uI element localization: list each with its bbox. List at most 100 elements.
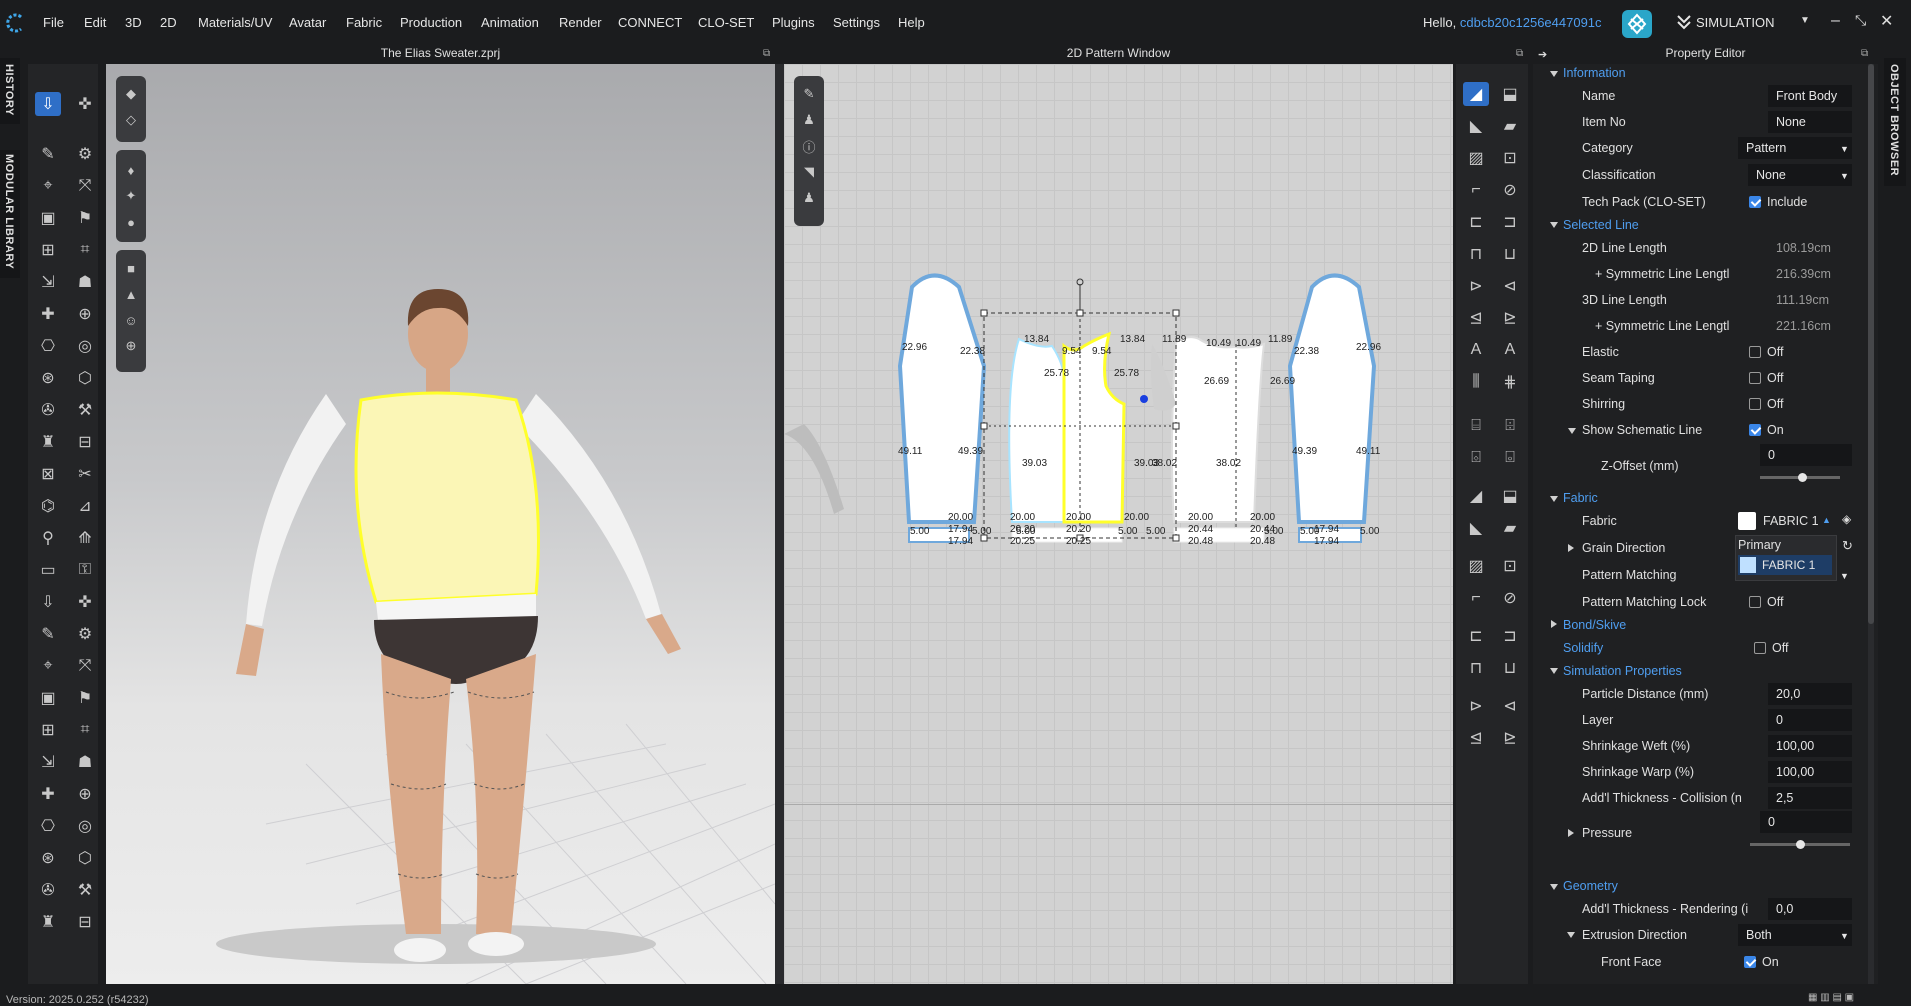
tool-2d-32-icon[interactable]: ⊏ [1463, 624, 1489, 648]
geometry-collapse-icon[interactable] [1550, 884, 1558, 890]
tool-3d-37-icon[interactable]: ⚑ [72, 686, 98, 710]
tool-2d-1-icon[interactable]: ⬓ [1497, 82, 1523, 106]
view3d-maximize-icon[interactable]: ⧉ [763, 48, 770, 59]
tool-3d-34-icon[interactable]: ⌖ [35, 654, 61, 678]
extrusion-select[interactable]: Both [1738, 924, 1852, 946]
tool-3d-21-icon[interactable]: ⊟ [72, 430, 98, 454]
tool-3d-2-icon[interactable]: ✎ [35, 142, 61, 166]
schematic-checkbox[interactable] [1749, 424, 1761, 436]
tool-2d-10-icon[interactable]: ⊓ [1463, 242, 1489, 266]
view2d-option-4-icon[interactable]: ♟ [796, 186, 822, 210]
shirring-checkbox[interactable] [1749, 398, 1761, 410]
elastic-checkbox[interactable] [1749, 346, 1761, 358]
property-scrollbar[interactable] [1868, 64, 1874, 984]
menu-help[interactable]: Help [898, 15, 925, 30]
tool-2d-20-icon[interactable]: ⌸ [1463, 414, 1489, 438]
tool-3d-46-icon[interactable]: ⊛ [35, 846, 61, 870]
tool-3d-19-icon[interactable]: ⚒ [72, 398, 98, 422]
information-collapse-icon[interactable] [1550, 71, 1558, 77]
pressure-slider-knob[interactable] [1796, 840, 1805, 849]
information-section[interactable]: Information [1563, 66, 1626, 80]
selection-handle-4[interactable] [1172, 422, 1180, 430]
tool-2d-17-icon[interactable]: A [1497, 338, 1523, 362]
tool-3d-49-icon[interactable]: ⚒ [72, 878, 98, 902]
tool-3d-33-icon[interactable]: ⚙ [72, 622, 98, 646]
tool-3d-15-icon[interactable]: ◎ [72, 334, 98, 358]
tool-3d-30-icon[interactable]: ⇩ [35, 590, 61, 614]
3d-viewport[interactable]: ◆ ◇ ♦ ✦ ● ■ ▲ ☺ ⊕ [106, 64, 775, 984]
tool-3d-36-icon[interactable]: ▣ [35, 686, 61, 710]
tool-3d-16-icon[interactable]: ⊛ [35, 366, 61, 390]
tool-3d-29-icon[interactable]: ⚿ [72, 558, 98, 582]
modular-library-tab[interactable]: MODULAR LIBRARY [0, 150, 20, 278]
selection-handle-2[interactable] [1172, 309, 1180, 317]
tool-2d-39-icon[interactable]: ⊵ [1497, 726, 1523, 750]
fabric-section[interactable]: Fabric [1563, 491, 1598, 505]
tool-3d-14-icon[interactable]: ⎔ [35, 334, 61, 358]
tool-3d-27-icon[interactable]: ⟰ [72, 526, 98, 550]
front-body-pattern[interactable] [1062, 331, 1126, 524]
frontface-checkbox[interactable] [1744, 956, 1756, 968]
view3d-option-8-icon[interactable]: ⊕ [118, 334, 144, 358]
tool-3d-38-icon[interactable]: ⊞ [35, 718, 61, 742]
tool-3d-13-icon[interactable]: ⊕ [72, 302, 98, 326]
particle-field[interactable]: 20,0 [1768, 683, 1852, 705]
tool-2d-2-icon[interactable]: ◣ [1463, 114, 1489, 138]
tool-2d-29-icon[interactable]: ⊡ [1497, 554, 1523, 578]
tool-2d-37-icon[interactable]: ⊲ [1497, 694, 1523, 718]
tool-3d-11-icon[interactable]: ☗ [72, 270, 98, 294]
clo-set-app-icon[interactable] [1622, 10, 1652, 38]
fabric-value[interactable]: FABRIC 1 [1763, 514, 1819, 528]
tool-2d-7-icon[interactable]: ⊘ [1497, 178, 1523, 202]
menu-clo-set[interactable]: CLO-SET [698, 15, 754, 30]
tool-3d-23-icon[interactable]: ✂ [72, 462, 98, 486]
tool-2d-19-icon[interactable]: ⋕ [1497, 370, 1523, 394]
tool-3d-31-icon[interactable]: ✜ [72, 590, 98, 614]
tool-2d-4-icon[interactable]: ▨ [1463, 146, 1489, 170]
solidify-checkbox[interactable] [1754, 642, 1766, 654]
clo-logo-icon[interactable] [4, 12, 26, 34]
menu-3d[interactable]: 3D [125, 15, 142, 30]
menu-animation[interactable]: Animation [481, 15, 539, 30]
fabric-chevron-up-icon[interactable]: ▲ [1822, 515, 1831, 525]
pressure-expand-icon[interactable] [1568, 829, 1574, 837]
matchlock-checkbox[interactable] [1749, 596, 1761, 608]
tool-2d-16-icon[interactable]: A [1463, 338, 1489, 362]
tool-2d-30-icon[interactable]: ⌐ [1463, 586, 1489, 610]
view3d-option-5-icon[interactable]: ■ [118, 256, 144, 280]
menu-render[interactable]: Render [559, 15, 602, 30]
tool-2d-28-icon[interactable]: ▨ [1463, 554, 1489, 578]
tool-2d-24-icon[interactable]: ◢ [1463, 484, 1489, 508]
tool-2d-15-icon[interactable]: ⊵ [1497, 306, 1523, 330]
grain-expand-icon[interactable] [1568, 544, 1574, 552]
techpack-checkbox[interactable] [1749, 196, 1761, 208]
tool-3d-45-icon[interactable]: ◎ [72, 814, 98, 838]
tool-3d-20-icon[interactable]: ♜ [35, 430, 61, 454]
view3d-option-1-icon[interactable]: ◇ [118, 108, 144, 132]
tool-2d-11-icon[interactable]: ⊔ [1497, 242, 1523, 266]
menu-avatar[interactable]: Avatar [289, 15, 326, 30]
tool-3d-41-icon[interactable]: ☗ [72, 750, 98, 774]
tool-2d-35-icon[interactable]: ⊔ [1497, 656, 1523, 680]
view3d-option-6-icon[interactable]: ▲ [118, 282, 144, 306]
matching-chevron-down-icon[interactable]: ▼ [1840, 571, 1849, 581]
tool-2d-18-icon[interactable]: ⫼ [1463, 370, 1489, 394]
simulation-collapse-icon[interactable] [1550, 668, 1558, 674]
sleeve-right-pattern[interactable] [1287, 273, 1377, 524]
warp-field[interactable]: 100,00 [1768, 761, 1852, 783]
tool-3d-28-icon[interactable]: ▭ [35, 558, 61, 582]
bond-section[interactable]: Bond/Skive [1563, 618, 1626, 632]
zoffset-slider-knob[interactable] [1798, 473, 1807, 482]
selection-handle-7[interactable] [1172, 534, 1180, 542]
tool-3d-5-icon[interactable]: ⤧ [72, 174, 98, 198]
tool-2d-21-icon[interactable]: ⌹ [1497, 414, 1523, 438]
menu-settings[interactable]: Settings [833, 15, 880, 30]
view3d-option-7-icon[interactable]: ☺ [118, 308, 144, 332]
view2d-option-3-icon[interactable]: ◥ [796, 160, 822, 184]
selection-handle-0[interactable] [980, 309, 988, 317]
tool-3d-9-icon[interactable]: ⌗ [72, 238, 98, 262]
selection-handle-1[interactable] [1076, 309, 1084, 317]
zoffset-field[interactable]: 0 [1760, 444, 1852, 466]
front-body-pattern-3d[interactable] [354, 391, 540, 604]
menu-edit[interactable]: Edit [84, 15, 106, 30]
